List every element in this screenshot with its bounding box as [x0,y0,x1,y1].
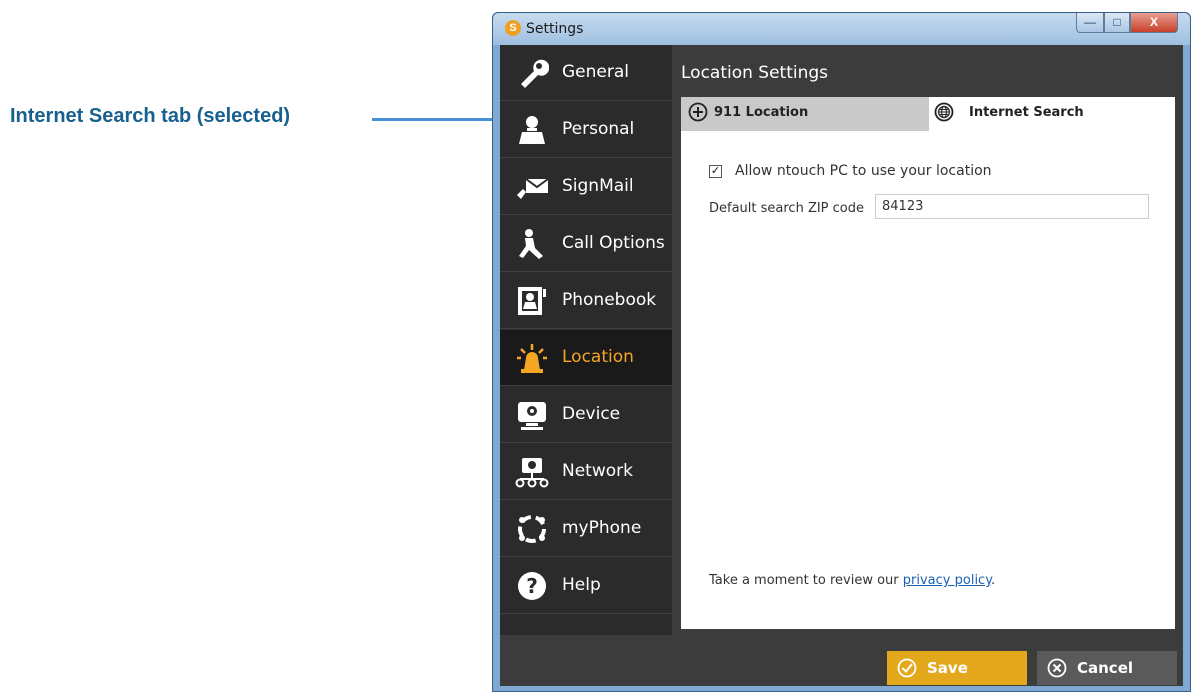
sidebar-item-label: Device [562,404,621,424]
zip-code-label: Default search ZIP code [709,201,865,216]
zip-code-input[interactable]: 84123 [875,194,1149,219]
sidebar-item-myphone[interactable]: myPhone [500,501,672,557]
sidebar-item-label: General [562,62,629,82]
page-title: Location Settings [681,63,829,83]
sidebar-item-device[interactable]: Device [500,387,672,443]
save-label: Save [927,659,968,677]
globe-icon [934,102,954,122]
tab-label: Internet Search [969,105,1084,120]
privacy-policy-link[interactable]: privacy policy [903,573,991,588]
wrench-icon [521,59,549,88]
plus-circle-icon [688,102,708,122]
sidebar-item-network[interactable]: Network [500,444,672,500]
cancel-circle-icon [1047,658,1067,678]
privacy-suffix: . [991,573,996,588]
maximize-button[interactable]: □ [1104,13,1130,33]
internet-search-panel: ✓ Allow ntouch PC to use your location D… [681,131,1175,629]
location-tabs: 911 Location Internet Search [681,97,1175,131]
sidebar-item-personal[interactable]: Personal [500,102,672,158]
allow-location-label[interactable]: Allow ntouch PC to use your location [735,163,992,179]
help-icon: ? [518,572,546,600]
person-icon [519,116,545,144]
minimize-button[interactable]: — [1076,13,1104,33]
check-circle-icon [897,658,917,678]
sidebar-item-location[interactable]: Location [500,330,672,386]
sidebar-item-help[interactable]: ? Help [500,558,672,614]
sidebar-item-general[interactable]: General [500,45,672,101]
privacy-note: Take a moment to review our privacy poli… [709,573,995,588]
annotation-label: Internet Search tab (selected) [10,105,291,127]
window-client-area: General Personal SignMail Call Options P… [500,45,1183,686]
sidebar-item-phonebook[interactable]: Phonebook [500,273,672,329]
privacy-prefix: Take a moment to review our [709,573,903,588]
sidebar-item-label: Network [562,461,633,481]
tab-internet-search[interactable]: Internet Search [929,97,1175,131]
webcam-icon [518,402,546,430]
app-logo-icon: S [505,20,521,36]
sidebar-item-label: Help [562,575,601,595]
sidebar-item-label: Phonebook [562,290,657,310]
sidebar-item-signmail[interactable]: SignMail [500,159,672,215]
call-options-icon [519,229,543,259]
myphone-icon [518,515,546,543]
title-bar[interactable]: S Settings — □ X [493,13,1190,45]
signmail-icon [517,178,549,199]
save-button[interactable]: Save [887,651,1027,685]
beacon-icon [517,344,547,373]
sidebar-item-label: myPhone [562,518,642,538]
tab-911-location[interactable]: 911 Location [681,97,929,131]
svg-text:?: ? [526,574,538,598]
cancel-label: Cancel [1077,659,1134,677]
close-button[interactable]: X [1130,13,1178,33]
sidebar-item-label: Personal [562,119,635,139]
sidebar: General Personal SignMail Call Options P… [500,45,672,635]
network-icon [515,458,549,488]
sidebar-item-label: Call Options [562,233,665,253]
sidebar-item-label: SignMail [562,176,634,196]
window-title: Settings [526,21,584,37]
allow-location-checkbox[interactable]: ✓ [709,165,722,178]
phonebook-icon [518,287,546,315]
sidebar-item-call-options[interactable]: Call Options [500,216,672,272]
sidebar-item-label: Location [562,347,634,367]
cancel-button[interactable]: Cancel [1037,651,1177,685]
tab-label: 911 Location [714,105,809,120]
settings-window: S Settings — □ X General Personal SignMa… [492,12,1191,692]
